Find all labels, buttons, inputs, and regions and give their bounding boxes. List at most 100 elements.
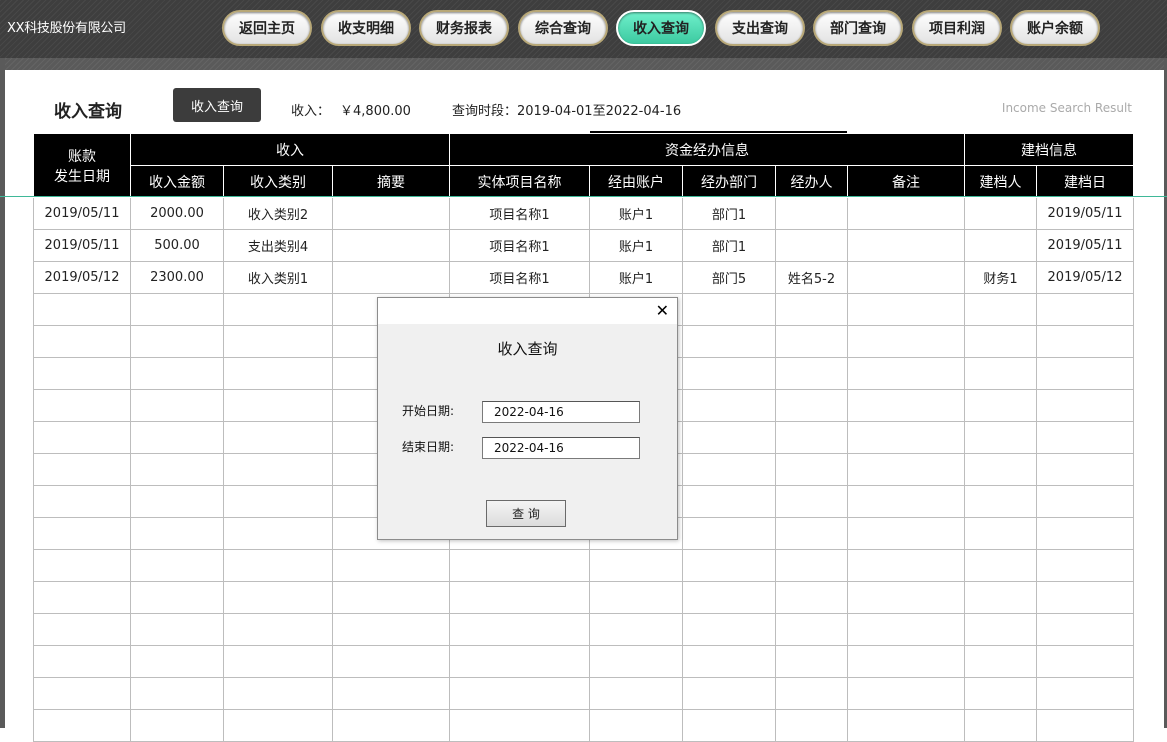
table-cell	[1036, 645, 1134, 678]
table-cell	[964, 549, 1037, 582]
column-header: 摘要	[332, 165, 450, 198]
table-cell	[589, 709, 683, 742]
table-cell	[964, 709, 1037, 742]
table-cell: 账户1	[589, 229, 683, 262]
column-header: 备注	[847, 165, 965, 198]
table-cell	[223, 421, 333, 454]
table-cell	[130, 485, 224, 518]
table-cell	[223, 357, 333, 390]
table-cell: 财务1	[964, 261, 1037, 294]
end-date-field[interactable]: 2022-04-16	[482, 437, 640, 459]
table-cell	[682, 293, 776, 326]
table-cell	[775, 581, 848, 614]
table-cell: 支出类别4	[223, 229, 333, 262]
search-button[interactable]: 查 询	[486, 500, 566, 527]
table-cell	[1036, 709, 1134, 742]
table-row-empty[interactable]	[33, 645, 1134, 678]
table-cell: 部门1	[682, 197, 776, 230]
company-name: XX科技股份有限公司	[7, 21, 126, 36]
header-fund-group: 资金经办信息	[449, 133, 965, 166]
table-cell	[589, 645, 683, 678]
table-cell	[1036, 389, 1134, 422]
nav-overall-button[interactable]: 综合查询	[518, 10, 608, 46]
table-cell	[1036, 453, 1134, 486]
nav-department-button[interactable]: 部门查询	[813, 10, 903, 46]
table-cell	[223, 613, 333, 646]
start-date-field[interactable]: 2022-04-16	[482, 401, 640, 423]
table-cell: 2019/05/12	[33, 261, 131, 294]
table-cell	[847, 293, 965, 326]
nav-balance-button[interactable]: 账户余额	[1010, 10, 1100, 46]
table-cell	[847, 581, 965, 614]
table-cell	[847, 549, 965, 582]
nav-reports-button[interactable]: 财务报表	[419, 10, 509, 46]
table-row[interactable]: 2019/05/11 500.00 支出类别4 项目名称1 账户1 部门1 2019/05/…	[33, 229, 1134, 262]
table-cell	[332, 549, 450, 582]
table-cell	[332, 229, 450, 262]
english-caption: Income Search Result	[1001, 101, 1132, 115]
table-cell	[775, 485, 848, 518]
table-cell	[964, 677, 1037, 710]
nav-home-button[interactable]: 返回主页	[222, 10, 312, 46]
table-cell: 项目名称1	[449, 261, 590, 294]
table-cell: 账户1	[589, 261, 683, 294]
table-cell: 2019/05/11	[33, 197, 131, 230]
table-row-empty[interactable]	[33, 549, 1134, 582]
column-header: 经办部门	[682, 165, 776, 198]
table-cell	[1036, 581, 1134, 614]
header-date: 账款 发生日期	[33, 133, 131, 198]
table-cell	[130, 357, 224, 390]
table-row[interactable]: 2019/05/11 2000.00 收入类别2 项目名称1 账户1 部门1 2019/05…	[33, 197, 1134, 230]
table-cell	[33, 485, 131, 518]
table-cell	[33, 549, 131, 582]
table-cell	[1036, 293, 1134, 326]
table-cell	[33, 421, 131, 454]
table-cell: 项目名称1	[449, 229, 590, 262]
query-period: 查询时段：2019-04-01至2022-04-16	[452, 100, 681, 119]
column-header: 经办人	[775, 165, 848, 198]
table-cell	[964, 645, 1037, 678]
table-cell: 姓名5-2	[775, 261, 848, 294]
table-cell	[964, 421, 1037, 454]
close-icon[interactable]: ✕	[656, 301, 669, 320]
table-cell	[33, 677, 131, 710]
table-cell	[130, 293, 224, 326]
table-cell	[964, 357, 1037, 390]
table-cell	[223, 517, 333, 550]
income-query-button[interactable]: 收入查询	[173, 88, 261, 122]
table-cell	[223, 549, 333, 582]
start-date-label: 开始日期:	[402, 404, 455, 418]
table-cell	[223, 581, 333, 614]
column-header: 实体项目名称	[449, 165, 590, 198]
table-cell	[682, 453, 776, 486]
table-cell	[130, 517, 224, 550]
table-cell	[964, 325, 1037, 358]
table-cell	[332, 709, 450, 742]
table-cell: 收入类别1	[223, 261, 333, 294]
table-row[interactable]: 2019/05/12 2300.00 收入类别1 项目名称1 账户1 部门5 姓名5-2 财务…	[33, 261, 1134, 294]
column-header: 收入类别	[223, 165, 333, 198]
table-row-empty[interactable]	[33, 709, 1134, 742]
income-query-dialog: ✕ 收入查询 开始日期: 2022-04-16 结束日期: 2022-04-16…	[377, 297, 678, 540]
table-cell	[223, 325, 333, 358]
table-cell	[775, 549, 848, 582]
dialog-heading: 收入查询	[497, 340, 558, 358]
nav-expense-button[interactable]: 支出查询	[715, 10, 805, 46]
nav-project-profit-button[interactable]: 项目利润	[912, 10, 1002, 46]
nav-ledger-button[interactable]: 收支明细	[321, 10, 411, 46]
page-title: 收入查询	[54, 102, 122, 122]
table-row-empty[interactable]	[33, 581, 1134, 614]
table-cell	[964, 613, 1037, 646]
table-row-empty[interactable]	[33, 613, 1134, 646]
table-cell	[964, 293, 1037, 326]
table-cell	[589, 549, 683, 582]
table-row-empty[interactable]	[33, 677, 1134, 710]
table-cell: 部门5	[682, 261, 776, 294]
column-header: 经由账户	[589, 165, 683, 198]
table-cell	[964, 229, 1037, 262]
nav-income-button[interactable]: 收入查询	[616, 10, 706, 46]
table-cell	[964, 389, 1037, 422]
table-cell	[964, 197, 1037, 230]
table-cell	[130, 709, 224, 742]
table-cell	[775, 421, 848, 454]
